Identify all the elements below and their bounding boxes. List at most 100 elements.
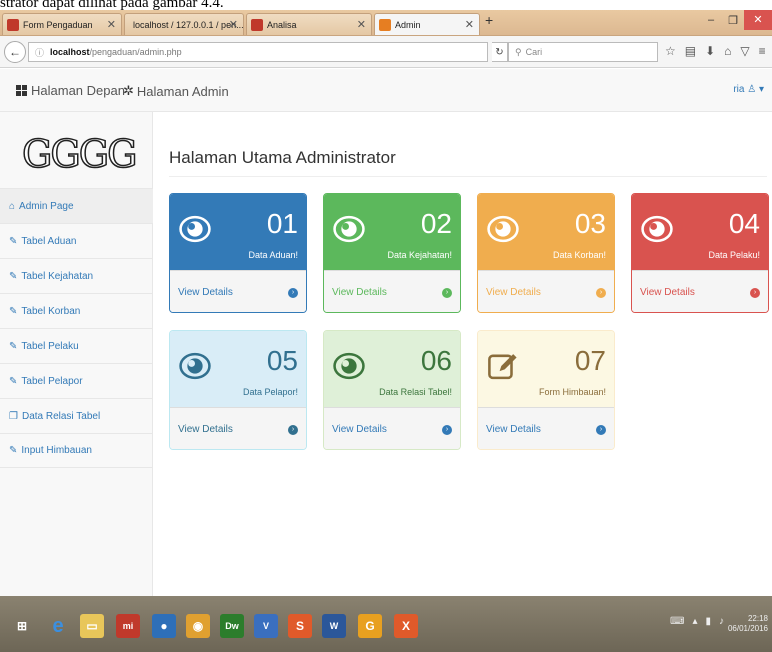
close-icon[interactable]: ✕ — [357, 18, 366, 31]
view-details-link[interactable]: View Details › — [324, 407, 460, 449]
search-placeholder: Cari — [525, 47, 543, 57]
close-icon[interactable]: ✕ — [229, 18, 238, 31]
xampp-icon[interactable]: X — [394, 614, 418, 638]
eye-icon — [179, 215, 211, 243]
sidebar-item-label: Tabel Aduan — [21, 235, 77, 247]
window-controls: – ❐ ✕ — [700, 10, 772, 30]
admin-link[interactable]: ✲ Halaman Admin — [123, 83, 229, 99]
stat-panel-aduan: 01 Data Aduan! View Details › — [169, 193, 307, 313]
sidebar-item-tabel-aduan[interactable]: ✎ Tabel Aduan — [0, 223, 153, 258]
ie-icon[interactable]: e — [46, 614, 70, 638]
stat-number: 05 — [266, 345, 298, 376]
arrow-right-icon: › — [288, 424, 298, 435]
brand-link[interactable]: Halaman Depan — [16, 83, 125, 98]
view-details-link[interactable]: View Details › — [478, 270, 614, 312]
bookmark-star-icon[interactable]: ☆ — [665, 44, 676, 58]
admin-label: Halaman Admin — [136, 83, 229, 99]
dreamweaver-icon[interactable]: Dw — [220, 614, 244, 638]
sidebar-item-tabel-korban[interactable]: ✎ Tabel Korban — [0, 293, 153, 328]
browser-tabbar: Form Pengaduan ✕ localhost / 127.0.0.1 /… — [0, 10, 772, 36]
stat-number: 02 — [420, 208, 452, 239]
stat-label: Data Aduan! — [248, 250, 298, 260]
sidebar-item-data-relasi-tabel[interactable]: ❐ Data Relasi Tabel — [0, 398, 153, 433]
mi-app-icon[interactable]: mi — [116, 614, 140, 638]
browser-tab-analisa[interactable]: Analisa ✕ — [246, 13, 372, 35]
close-icon[interactable]: ✕ — [465, 18, 474, 31]
chevron-up-icon[interactable]: ▴ — [692, 616, 697, 627]
stat-label: Data Kejahatan! — [387, 250, 452, 260]
address-bar[interactable]: ⓘ localhost /pengaduan/admin.php — [28, 42, 488, 62]
clock-date: 06/01/2016 — [727, 624, 768, 633]
word-icon[interactable]: W — [322, 614, 346, 638]
sidebar-item-label: Tabel Pelaku — [21, 340, 79, 352]
sidebar-item-label: Data Relasi Tabel — [21, 410, 101, 422]
view-details-link[interactable]: View Details › — [170, 407, 306, 449]
download-icon[interactable]: ⬇ — [705, 44, 715, 58]
home-icon[interactable]: ⌂ — [724, 44, 731, 58]
stat-label: Data Relasi Tabel! — [379, 387, 452, 397]
stat-label: Form Himbauan! — [538, 387, 606, 397]
view-details-link[interactable]: View Details › — [324, 270, 460, 312]
arrow-right-icon: › — [442, 424, 452, 435]
keyboard-icon[interactable]: ⌨ — [670, 616, 684, 627]
sidebar-item-tabel-pelaku[interactable]: ✎ Tabel Pelaku — [0, 328, 153, 363]
back-arrow-icon[interactable]: ← — [4, 41, 26, 63]
reload-icon[interactable]: ↻ — [492, 42, 508, 62]
search-input[interactable]: ⚲ Cari — [508, 42, 658, 62]
close-icon[interactable]: ✕ — [107, 18, 116, 31]
window-close-icon[interactable]: ✕ — [744, 10, 772, 30]
windows-start-icon[interactable]: ⊞ — [10, 614, 34, 638]
stat-panel-kejahatan: 02 Data Kejahatan! View Details › — [323, 193, 461, 313]
visual-studio-icon[interactable]: V — [254, 614, 278, 638]
firefox-icon[interactable]: ● — [152, 614, 176, 638]
tab-title: Analisa — [267, 19, 297, 30]
edit-icon: ✎ — [9, 445, 18, 456]
edit-icon: ✎ — [9, 235, 18, 247]
view-details-link[interactable]: View Details › — [632, 270, 768, 312]
edit-icon: ✎ — [9, 305, 18, 317]
tab-favicon — [251, 18, 263, 31]
search-icon: ⚲ — [515, 46, 522, 57]
sidebar-item-input-himbauan[interactable]: ✎ Input Himbauan — [0, 433, 153, 468]
sidebar-item-label: Input Himbauan — [21, 445, 92, 456]
sidebar-item-tabel-pelapor[interactable]: ✎ Tabel Pelapor — [0, 363, 153, 398]
eye-icon — [333, 352, 365, 380]
stat-number: 07 — [574, 345, 606, 376]
stat-panel-himbauan: 07 Form Himbauan! View Details › — [477, 330, 615, 450]
edit-icon: ✎ — [9, 340, 18, 352]
arrow-right-icon: › — [288, 287, 298, 298]
volume-icon[interactable]: ♪ — [719, 616, 724, 627]
file-explorer-icon[interactable]: ▭ — [80, 614, 104, 638]
url-path: /pengaduan/admin.php — [89, 47, 182, 57]
home-icon: ⌂ — [9, 200, 16, 212]
tab-favicon — [379, 18, 391, 31]
reading-list-icon[interactable]: ▤ — [685, 44, 696, 58]
maximize-icon[interactable]: ❐ — [722, 14, 744, 27]
stat-panel-korban: 03 Data Korban! View Details › — [477, 193, 615, 313]
sidebar-item-tabel-kejahatan[interactable]: ✎ Tabel Kejahatan — [0, 258, 153, 293]
browser-navbar: ← ⓘ localhost /pengaduan/admin.php ↻ ⚲ C… — [0, 36, 772, 68]
chrome-icon[interactable]: ◉ — [186, 614, 210, 638]
stat-number: 03 — [574, 208, 606, 239]
browser-tab-phpmyadmin[interactable]: localhost / 127.0.0.1 / pen... ✕ — [124, 13, 244, 35]
sidebar-item-admin-page[interactable]: ⌂ Admin Page — [0, 188, 153, 223]
menu-icon[interactable]: ≡ — [759, 44, 766, 58]
minimize-icon[interactable]: – — [700, 14, 722, 26]
stat-number: 06 — [420, 345, 452, 376]
new-tab-icon[interactable]: + — [485, 12, 493, 28]
user-menu[interactable]: ria ♙ ▾ — [733, 84, 764, 95]
browser-tab-form-pengaduan[interactable]: Form Pengaduan ✕ — [2, 13, 122, 35]
network-icon[interactable]: ▮ — [705, 616, 711, 627]
sidebar-item-label: Tabel Pelapor — [21, 375, 83, 387]
tab-favicon — [7, 18, 19, 31]
app-icon[interactable]: G — [358, 614, 382, 638]
pocket-icon[interactable]: ▽ — [740, 44, 749, 58]
edit-icon: ✎ — [9, 375, 18, 387]
tab-title: localhost / 127.0.0.1 / pen... — [133, 19, 244, 30]
view-details-link[interactable]: View Details › — [170, 270, 306, 312]
view-details-link[interactable]: View Details › — [478, 407, 614, 449]
browser-tab-admin[interactable]: Admin ✕ — [374, 13, 480, 35]
page-title: Halaman Utama Administrator — [169, 148, 396, 167]
sublime-icon[interactable]: S — [288, 614, 312, 638]
clock[interactable]: 22:18 06/01/2016 — [728, 614, 768, 634]
